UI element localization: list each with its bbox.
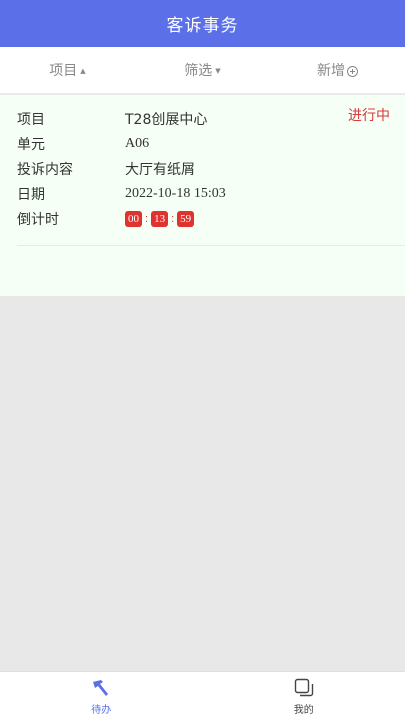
filter-project-button[interactable]: 项目 ▲: [0, 60, 135, 80]
page-title: 客诉事务: [166, 16, 239, 36]
countdown-timer: 00 : 13 : 59: [125, 211, 195, 227]
bottom-tab-bar: 待办 我的: [0, 671, 405, 720]
complaint-card[interactable]: 进行中 项目 T28创展中心 单元 A06 投诉内容 大厅有纸屑 日期 2022…: [0, 95, 405, 296]
tab-mine-label: 我的: [293, 704, 314, 716]
countdown-minutes: 13: [151, 211, 169, 227]
project-row: 项目 T28创展中心: [17, 108, 207, 130]
card-divider: [17, 245, 405, 246]
countdown-seconds: 59: [177, 211, 195, 227]
tab-todo[interactable]: 待办: [0, 672, 203, 720]
countdown-separator: :: [145, 213, 149, 225]
content-value: 大厅有纸屑: [125, 162, 195, 178]
tab-todo-label: 待办: [91, 704, 112, 716]
countdown-label: 倒计时: [17, 212, 59, 228]
filter-project-label: 项目: [49, 63, 78, 79]
unit-value: A06: [125, 136, 150, 151]
tab-mine[interactable]: 我的: [203, 672, 405, 720]
unit-row: 单元 A06: [17, 133, 149, 155]
project-label: 项目: [17, 112, 45, 128]
date-row: 日期 2022-10-18 15:03: [17, 183, 226, 205]
filter-bar: 项目 ▲ 筛选 ▼ 新增: [0, 47, 405, 94]
countdown-hours: 00: [125, 211, 142, 227]
date-value: 2022-10-18 15:03: [125, 186, 226, 201]
countdown-row: 倒计时 00 : 13 : 59: [17, 208, 195, 230]
status-badge: 进行中: [348, 108, 390, 124]
add-new-button[interactable]: 新增: [270, 60, 405, 80]
app-header: 客诉事务: [0, 0, 405, 47]
content-row: 投诉内容 大厅有纸屑: [17, 158, 195, 180]
content-label: 投诉内容: [17, 162, 73, 178]
sort-down-icon: ▼: [215, 67, 221, 75]
hammer-icon: [93, 679, 109, 696]
project-value: T28创展中心: [125, 112, 208, 128]
add-new-label: 新增: [317, 63, 345, 79]
date-label: 日期: [17, 187, 45, 203]
unit-label: 单元: [17, 137, 45, 153]
sort-up-icon: ▲: [80, 67, 86, 75]
countdown-separator: :: [171, 213, 175, 225]
filter-screen-label: 筛选: [184, 63, 213, 79]
plus-circle-icon: [347, 65, 358, 77]
filter-screen-button[interactable]: 筛选 ▼: [135, 60, 270, 80]
copy-squares-icon: [294, 678, 313, 696]
